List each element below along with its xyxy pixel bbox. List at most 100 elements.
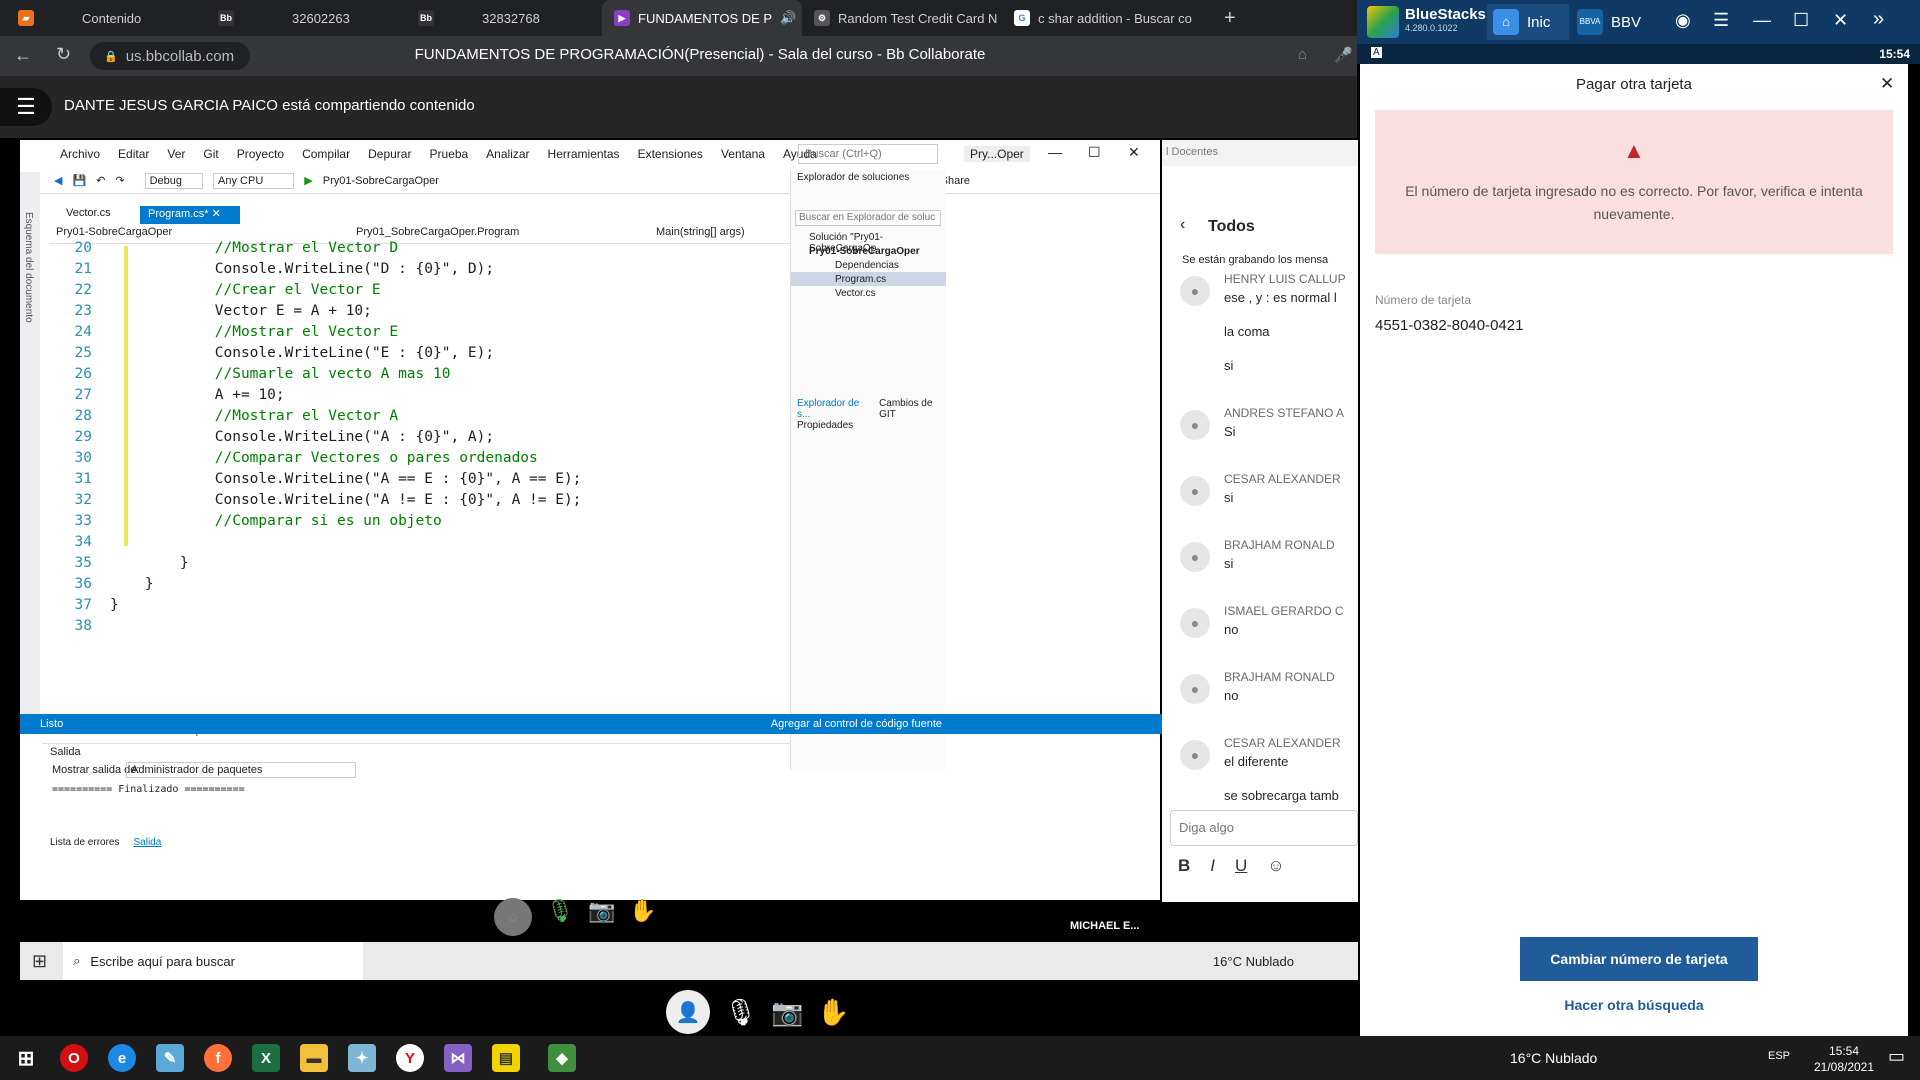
bs-minimize-icon[interactable]: —	[1753, 10, 1771, 31]
chat-input[interactable]: Diga algo	[1170, 810, 1358, 846]
code-line[interactable]: 20 //Mostrar el Vector D	[58, 238, 788, 259]
code-line[interactable]: 33 //Comparar si es un objeto	[58, 511, 788, 532]
menu-extensiones[interactable]: Extensiones	[638, 147, 703, 161]
solution-search[interactable]: Buscar en Explorador de soluc	[795, 210, 941, 226]
bs-tab-bbva[interactable]: BBVA BBV	[1571, 4, 1645, 40]
edge-icon[interactable]: e	[108, 1044, 136, 1072]
code-line[interactable]: 38	[58, 616, 788, 637]
tree-program-cs[interactable]: Program.cs	[835, 274, 886, 285]
menu-git[interactable]: Git	[203, 147, 218, 161]
camera-off-icon[interactable]: 📷	[588, 898, 615, 936]
hand-icon[interactable]: ✋	[629, 898, 656, 936]
code-line[interactable]: 36 }	[58, 574, 788, 595]
menu-herramientas[interactable]: Herramientas	[548, 147, 620, 161]
mic-icon[interactable]: 🎙	[546, 898, 574, 936]
mic-icon[interactable]: 🎤	[1334, 46, 1353, 64]
camera-off-icon[interactable]: 📷	[771, 997, 803, 1028]
windows-start-icon[interactable]: ⊞	[32, 951, 47, 972]
code-editor[interactable]: 20 //Mostrar el Vector D 21 Console.Write…	[58, 208, 788, 728]
url-field[interactable]: 🔒 us.bbcollab.com	[90, 42, 250, 70]
italic-icon[interactable]: I	[1210, 856, 1215, 876]
new-tab-button[interactable]: +	[1212, 0, 1242, 36]
yandex-icon[interactable]: Y	[396, 1044, 424, 1072]
undo-icon[interactable]: ↶	[96, 174, 105, 187]
browser-tab-fundamentos[interactable]: ▶ FUNDAMENTOS DE P 🔊 ✕	[602, 0, 802, 36]
menu-prueba[interactable]: Prueba	[429, 147, 468, 161]
new-search-link[interactable]: Hacer otra búsqueda	[1360, 997, 1908, 1013]
close-icon[interactable]: ✕	[1880, 74, 1894, 94]
menu-analizar[interactable]: Analizar	[486, 147, 529, 161]
inner-search-box[interactable]: ⌕ Escribe aquí para buscar	[63, 942, 364, 980]
browser-tab-google[interactable]: G c shar addition - Buscar co	[1002, 0, 1202, 36]
card-number-value[interactable]: 4551-0382-8040-0421	[1375, 317, 1523, 334]
code-line[interactable]: 22 //Crear el Vector E	[58, 280, 788, 301]
code-line[interactable]: 29 Console.WriteLine("A : {0}", A);	[58, 427, 788, 448]
code-line[interactable]: 37}	[58, 595, 788, 616]
code-line[interactable]: 31 Console.WriteLine("A == E : {0}", A =…	[58, 469, 788, 490]
redo-icon[interactable]: ↷	[115, 174, 124, 187]
tab-output[interactable]: Salida	[133, 837, 161, 851]
notification-center-icon[interactable]: ▭	[1888, 1046, 1905, 1067]
browser-tab-32832768[interactable]: Bb 32832768	[406, 0, 602, 36]
taskbar-time[interactable]: 15:54	[1812, 1044, 1876, 1058]
code-line[interactable]: 28 //Mostrar el Vector A	[58, 406, 788, 427]
code-line[interactable]: 24 //Mostrar el Vector E	[58, 322, 788, 343]
vs-minimize-icon[interactable]: —	[1048, 144, 1062, 160]
vs-close-icon[interactable]: ✕	[1128, 144, 1140, 161]
chat-back-icon[interactable]: ‹	[1180, 216, 1185, 234]
menu-proyecto[interactable]: Proyecto	[237, 147, 284, 161]
bold-icon[interactable]: B	[1178, 856, 1190, 876]
windows-start-icon[interactable]: ⊞	[12, 1044, 40, 1072]
menu-icon[interactable]: ☰	[0, 88, 52, 126]
back-nav-icon[interactable]: ◀	[54, 174, 62, 187]
code-line[interactable]: 26 //Sumarle al vecto A mas 10	[58, 364, 788, 385]
chevron-right-icon[interactable]: »	[1873, 8, 1884, 31]
file-explorer-icon[interactable]: ▬	[300, 1044, 328, 1072]
menu-editar[interactable]: Editar	[118, 147, 149, 161]
my-avatar[interactable]: 👤	[666, 990, 710, 1034]
back-arrow-icon[interactable]: ←	[14, 45, 32, 66]
menu-compilar[interactable]: Compilar	[302, 147, 350, 161]
underline-icon[interactable]: U	[1235, 856, 1247, 876]
config-dropdown[interactable]: Debug	[144, 172, 204, 189]
hamburger-icon[interactable]: ☰	[1713, 10, 1729, 31]
mic-off-icon[interactable]: 🎙	[724, 997, 757, 1028]
vs-search-box[interactable]: Buscar (Ctrl+Q)	[798, 144, 938, 164]
app2-icon[interactable]: ✦	[348, 1044, 376, 1072]
opera-icon[interactable]: O	[60, 1044, 88, 1072]
account-icon[interactable]: ◉	[1675, 10, 1691, 31]
document-outline-strip[interactable]: Esquema del documento	[20, 172, 40, 732]
extension-icon[interactable]: ⌂	[1298, 46, 1307, 63]
vs-maximize-icon[interactable]: ☐	[1088, 144, 1101, 161]
tree-dependencias[interactable]: Dependencias	[835, 260, 899, 271]
code-line[interactable]: 23 Vector E = A + 10;	[58, 301, 788, 322]
taskbar-lang[interactable]: ESP	[1768, 1050, 1790, 1062]
taskbar-date[interactable]: 21/08/2021	[1812, 1060, 1876, 1074]
bs-maximize-icon[interactable]: ☐	[1793, 10, 1809, 31]
browser-tab-contenido[interactable]: ▰ Contenido	[6, 0, 206, 36]
run-icon[interactable]: ▶	[304, 174, 312, 187]
code-line[interactable]: 32 Console.WriteLine("A != E : {0}", A !…	[58, 490, 788, 511]
app-icon[interactable]: ✎	[156, 1044, 184, 1072]
code-line[interactable]: 34	[58, 532, 788, 553]
tree-project[interactable]: Pry01-SobreCargaOper	[809, 246, 920, 257]
bs-tab-home[interactable]: ⌂ Inic	[1487, 4, 1569, 40]
bluestacks-icon[interactable]: ◆	[548, 1044, 576, 1072]
run-target-label[interactable]: Pry01-SobreCargaOper	[323, 175, 439, 187]
browser-tab-32602263[interactable]: Bb 32602263	[206, 0, 406, 36]
source-control-button[interactable]: Agregar al control de código fuente	[771, 718, 942, 730]
raise-hand-icon[interactable]: ✋	[817, 997, 849, 1028]
reload-icon[interactable]: ↻	[56, 44, 71, 65]
menu-archivo[interactable]: Archivo	[60, 147, 100, 161]
save-all-icon[interactable]: 💾	[72, 174, 86, 187]
code-line[interactable]: 27 A += 10;	[58, 385, 788, 406]
sticky-notes-icon[interactable]: ▤	[492, 1044, 520, 1072]
code-line[interactable]: 30 //Comparar Vectores o pares ordenados	[58, 448, 788, 469]
code-line[interactable]: 21 Console.WriteLine("D : {0}", D);	[58, 259, 788, 280]
tab-git-changes[interactable]: Cambios de GIT	[879, 398, 946, 420]
output-source-dropdown[interactable]: Administrador de paquetes	[126, 762, 356, 778]
tab-solution-explorer[interactable]: Explorador de s...	[797, 398, 869, 420]
platform-dropdown[interactable]: Any CPU	[213, 172, 295, 189]
firefox-icon[interactable]: f	[204, 1044, 232, 1072]
excel-icon[interactable]: X	[252, 1044, 280, 1072]
